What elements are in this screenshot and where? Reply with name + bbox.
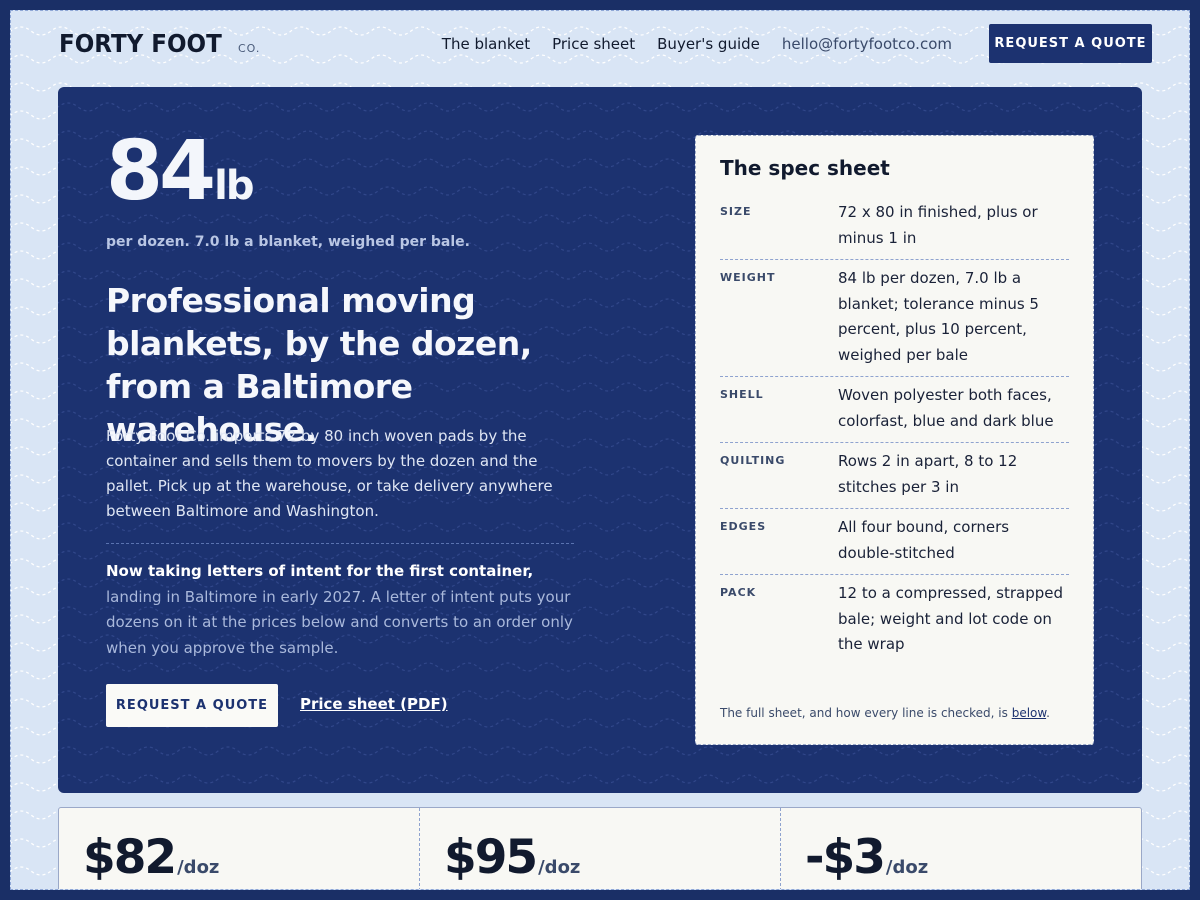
spec-sheet-card: The spec sheet SIZE 72 x 80 in finished,… [695, 135, 1094, 745]
price-unit: /doz [177, 857, 220, 878]
price-card: $82/doz [59, 808, 420, 889]
spec-key: EDGES [720, 520, 767, 533]
logo[interactable]: FORTY FOOT CO. [59, 29, 260, 58]
spec-value: 12 to a compressed, strapped bale; weigh… [838, 584, 1064, 653]
spec-foot-end: . [1046, 706, 1050, 720]
hero-intro: Forty Foot Co. imports 72 by 80 inch wov… [106, 427, 553, 520]
weight-stat: 84 lb [106, 124, 254, 219]
page-frame: FORTY FOOT CO. The blanket Price sheet B… [10, 10, 1190, 890]
price-sheet-pdf-link[interactable]: Price sheet (PDF) [300, 695, 448, 713]
price-unit: /doz [885, 857, 929, 878]
weight-caption: per dozen. 7.0 lb a blanket, weighed per… [106, 234, 470, 250]
spec-value: Rows 2 in apart, 8 to 12 stitches per 3 … [838, 452, 1018, 496]
spec-key: SHELL [720, 388, 764, 401]
spec-row-size: SIZE 72 x 80 in finished, plus or minus … [720, 194, 1069, 260]
spec-row-quilting: QUILTING Rows 2 in apart, 8 to 12 stitch… [720, 443, 1069, 509]
spec-footnote: The full sheet, and how every line is ch… [720, 706, 1050, 720]
quilt-stitch-line [58, 102, 1142, 112]
logo-suffix: CO. [237, 42, 261, 55]
quilt-stitch-line [58, 746, 1142, 756]
spec-value: Woven polyester both faces, colorfast, b… [838, 386, 1054, 430]
nav-buyers-guide[interactable]: Buyer's guide [657, 35, 760, 53]
price-card: -$3/doz [781, 808, 1141, 889]
loi-bold: Now taking letters of intent for the fir… [106, 562, 534, 580]
weight-unit: lb [214, 163, 254, 209]
nav-the-blanket[interactable]: The blanket [442, 35, 530, 53]
logo-wordmark: FORTY FOOT [59, 29, 222, 58]
hero-divider [106, 543, 574, 544]
request-quote-button-header[interactable]: REQUEST A QUOTE [989, 24, 1152, 63]
quilt-stitch-line [58, 774, 1142, 784]
spec-value: 84 lb per dozen, 7.0 lb a blanket; toler… [838, 269, 1039, 364]
loi-rest: landing in Baltimore in early 2027. A le… [106, 587, 573, 657]
price-strip: $82/doz $95/doz -$3/doz [58, 807, 1142, 889]
spec-row-weight: WEIGHT 84 lb per dozen, 7.0 lb a blanket… [720, 260, 1069, 377]
hero-section: 84 lb per dozen. 7.0 lb a blanket, weigh… [58, 87, 1142, 793]
spec-key: WEIGHT [720, 271, 776, 284]
spec-value: All four bound, corners double-stitched [838, 518, 1010, 562]
spec-title: The spec sheet [720, 156, 890, 180]
spec-key: QUILTING [720, 454, 786, 467]
spec-foot-text: The full sheet, and how every line is ch… [720, 706, 1012, 720]
spec-row-edges: EDGES All four bound, corners double-sti… [720, 509, 1069, 575]
spec-key: PACK [720, 586, 757, 599]
letter-of-intent-text: Now taking letters of intent for the fir… [106, 559, 576, 661]
price-amount: -$3 [805, 830, 886, 885]
spec-value: 72 x 80 in finished, plus or minus 1 in [838, 203, 1038, 247]
spec-row-shell: SHELL Woven polyester both faces, colorf… [720, 377, 1069, 443]
request-quote-button-hero[interactable]: REQUEST A QUOTE [106, 684, 278, 727]
spec-key: SIZE [720, 205, 752, 218]
price-amount: $82 [83, 830, 177, 885]
price-card: $95/doz [420, 808, 781, 889]
spec-below-link[interactable]: below [1012, 706, 1046, 720]
spec-row-pack: PACK 12 to a compressed, strapped bale; … [720, 575, 1069, 666]
price-amount: $95 [444, 830, 538, 885]
main-nav: The blanket Price sheet Buyer's guide he… [442, 35, 952, 53]
nav-price-sheet[interactable]: Price sheet [552, 35, 635, 53]
weight-number: 84 [106, 124, 216, 219]
price-unit: /doz [538, 857, 581, 878]
email-link[interactable]: hello@fortyfootco.com [782, 35, 952, 53]
